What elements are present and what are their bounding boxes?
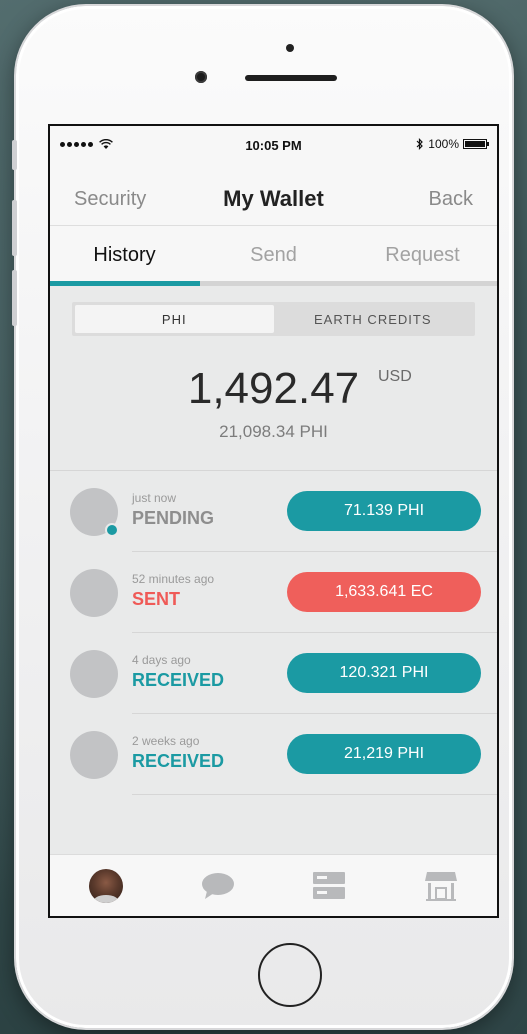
volume-down-button[interactable]	[12, 270, 17, 326]
tab-bar-top: History Send Request	[50, 226, 497, 286]
tab-profile[interactable]	[50, 855, 162, 916]
tab-request[interactable]: Request	[348, 226, 497, 286]
pending-indicator-icon	[105, 523, 119, 537]
bottom-tab-bar	[50, 854, 497, 916]
transaction-row[interactable]: 52 minutes ago SENT 1,633.641 EC	[50, 552, 497, 633]
balance-currency: USD	[378, 368, 412, 385]
chat-bubble-icon	[201, 872, 234, 899]
navigation-bar: Security My Wallet Back	[50, 166, 497, 226]
avatar	[70, 731, 118, 779]
transaction-list: just now PENDING 71.139 PHI 52 minutes a…	[50, 470, 497, 795]
storefront-icon	[425, 871, 458, 901]
volume-up-button[interactable]	[12, 200, 17, 256]
transaction-amount-button[interactable]: 120.321 PHI	[287, 653, 481, 693]
bluetooth-icon	[416, 138, 424, 150]
profile-avatar	[88, 868, 123, 903]
currency-toggle: PHI EARTH CREDITS	[72, 302, 475, 336]
transaction-time: just now	[132, 491, 177, 505]
home-button[interactable]	[258, 943, 322, 1007]
transaction-time: 4 days ago	[132, 653, 191, 667]
tab-send[interactable]: Send	[199, 226, 348, 286]
battery-icon	[463, 139, 489, 149]
back-button[interactable]: Back	[429, 188, 473, 211]
mute-switch[interactable]	[12, 140, 17, 170]
transaction-status: RECEIVED	[132, 670, 225, 690]
avatar	[70, 569, 118, 617]
tab-store[interactable]	[385, 855, 497, 916]
proximity-sensor	[286, 44, 294, 52]
earpiece-speaker	[245, 75, 337, 81]
divider	[132, 794, 497, 795]
transaction-status: PENDING	[132, 508, 215, 528]
avatar	[70, 488, 119, 537]
tab-servers[interactable]	[274, 855, 386, 916]
balance-display: 1,492.47 USD 21,098.34 PHI	[50, 364, 497, 474]
transaction-amount-button[interactable]: 71.139 PHI	[287, 491, 481, 531]
server-list-icon	[313, 871, 346, 899]
front-camera	[195, 71, 207, 83]
transaction-time: 52 minutes ago	[132, 572, 215, 586]
balance-amount: 1,492.47	[187, 364, 360, 413]
transaction-row[interactable]: just now PENDING 71.139 PHI	[50, 471, 497, 552]
tab-indicator	[50, 281, 200, 286]
currency-option-phi[interactable]: PHI	[75, 305, 274, 333]
tab-history[interactable]: History	[50, 226, 199, 286]
transaction-status: SENT	[132, 589, 181, 609]
transaction-row[interactable]: 2 weeks ago RECEIVED 21,219 PHI	[50, 714, 497, 795]
transaction-amount-button[interactable]: 1,633.641 EC	[287, 572, 481, 612]
app-screen: 10:05 PM 100% Security My Wallet Back Hi…	[48, 124, 499, 918]
currency-option-earth-credits[interactable]: EARTH CREDITS	[274, 305, 473, 333]
status-bar: 10:05 PM 100%	[50, 126, 497, 166]
balance-secondary: 21,098.34 PHI	[219, 422, 328, 441]
transaction-amount-button[interactable]: 21,219 PHI	[287, 734, 481, 774]
transaction-time: 2 weeks ago	[132, 734, 200, 748]
tab-messages[interactable]	[162, 855, 274, 916]
transaction-status: RECEIVED	[132, 751, 225, 771]
status-right: 100%	[416, 137, 489, 151]
avatar	[70, 650, 118, 698]
battery-percent: 100%	[428, 137, 459, 151]
transaction-row[interactable]: 4 days ago RECEIVED 120.321 PHI	[50, 633, 497, 714]
